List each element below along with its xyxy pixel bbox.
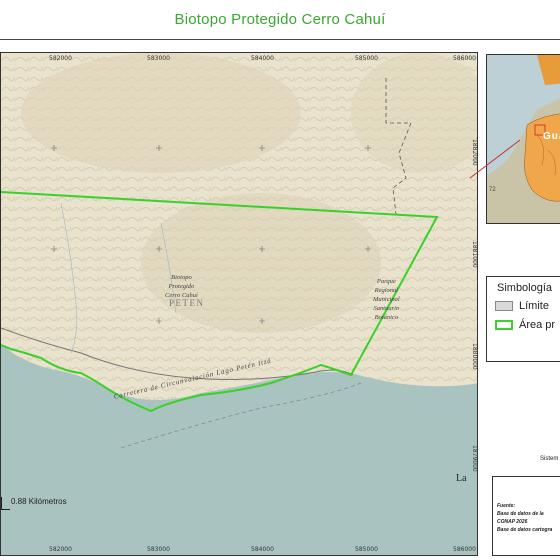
legend-item-area: Área pr — [495, 319, 555, 331]
x-tick: 585000 — [355, 55, 378, 62]
main-map[interactable]: 582000 583000 584000 585000 586000 58200… — [0, 52, 478, 556]
legend-title: Simbología — [497, 282, 553, 294]
x-tick-bottom: 584000 — [251, 546, 274, 553]
y-tick: 1881000 — [471, 241, 478, 268]
x-tick-bottom: 582000 — [49, 546, 72, 553]
legend-swatch-area — [495, 320, 513, 330]
x-tick: 583000 — [147, 55, 170, 62]
legend: Simbología Límite Área pr — [486, 276, 560, 362]
note-line1: Base de datos de la — [497, 511, 544, 517]
scale-label: 0.88 Kilómetros — [11, 497, 67, 506]
la-label: La — [456, 473, 467, 484]
x-tick-bottom: 586000 — [453, 546, 476, 553]
sistema-label: Sistem — [540, 456, 559, 462]
map-title: Biotopo Protegido Cerro Cahuí — [174, 11, 386, 28]
x-tick: 584000 — [251, 55, 274, 62]
legend-swatch-limite — [495, 301, 513, 311]
inset-connector-line — [470, 139, 520, 179]
y-tick: 1880000 — [471, 343, 478, 370]
x-tick: 582000 — [49, 55, 72, 62]
map-canvas — [1, 53, 477, 555]
note-line3: Base de datos cartogra — [497, 527, 553, 533]
title-bar: Biotopo Protegido Cerro Cahuí — [0, 0, 560, 40]
x-tick: 586000 — [453, 55, 476, 62]
note-line2: CONAP 2026 — [497, 519, 528, 525]
scale-bar: 0.88 Kilómetros — [1, 497, 67, 510]
x-tick-bottom: 583000 — [147, 546, 170, 553]
parque-label: Parque Regional Municipal Santuario Botá… — [373, 278, 400, 321]
biotopo-label: Biotopo Protegido Cerro Cahuí — [165, 274, 198, 299]
peten-label: PETEN — [169, 298, 205, 308]
y-tick: 1879000 — [471, 445, 478, 472]
legend-item-limite: Límite — [495, 300, 549, 312]
inset-label: Guate — [543, 131, 560, 142]
x-tick-bottom: 585000 — [355, 546, 378, 553]
note-fuente: Fuente: — [497, 503, 516, 509]
source-notes: Fuente: Base de datos de la CONAP 2026 B… — [492, 476, 560, 556]
